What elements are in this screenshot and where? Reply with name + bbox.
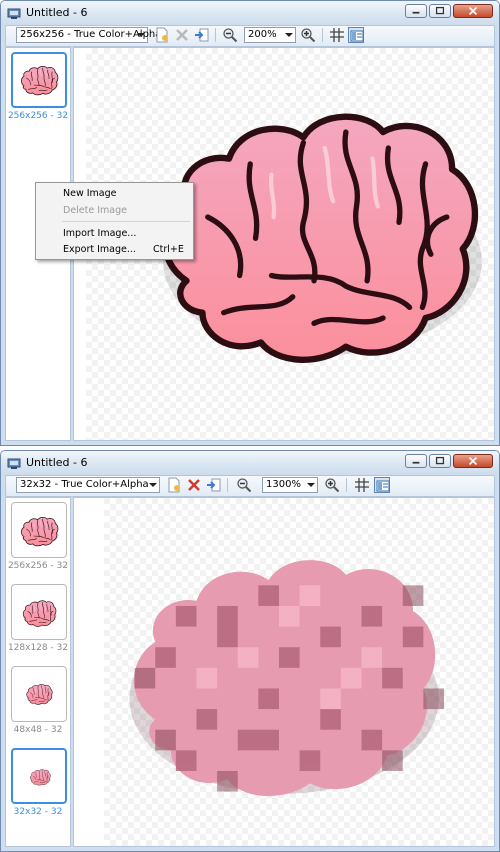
toggle-preview-button[interactable] xyxy=(348,27,364,43)
delete-icon xyxy=(188,479,200,491)
brain-thumbnail xyxy=(29,768,51,786)
zoom-select[interactable]: 1300% xyxy=(262,477,318,493)
delete-image-button[interactable] xyxy=(186,477,202,493)
import-icon xyxy=(195,28,209,42)
chevron-down-icon xyxy=(285,33,293,37)
window-title: Untitled - 6 xyxy=(26,456,88,469)
zoom-select[interactable]: 200% xyxy=(244,27,296,43)
import-image-button[interactable] xyxy=(206,477,222,493)
brain-thumbnail xyxy=(21,599,57,627)
brain-thumbnail xyxy=(19,515,59,547)
menu-export-image[interactable]: Export Image... xyxy=(63,244,136,255)
menu-delete-image[interactable]: Delete Image xyxy=(63,205,127,216)
minimize-icon xyxy=(412,11,420,14)
image-format-select[interactable]: 256x256 - True Color+Alpha xyxy=(16,27,161,43)
thumbnail-label: 48x48 - 32 xyxy=(13,725,63,735)
zoom-out-icon xyxy=(237,478,252,493)
toggle-preview-button[interactable] xyxy=(374,477,390,493)
minimize-button[interactable] xyxy=(405,454,427,468)
zoom-value: 200% xyxy=(248,29,277,40)
thumbnail-256[interactable] xyxy=(11,502,67,558)
delete-image-button[interactable] xyxy=(174,27,190,43)
close-icon xyxy=(468,6,478,16)
grid-icon xyxy=(355,478,369,492)
image-list-panel: 256x256 - 32 128x128 - 32 48x48 - 32 32x… xyxy=(5,497,71,847)
close-button[interactable] xyxy=(453,454,493,468)
import-image-button[interactable] xyxy=(194,27,210,43)
maximize-icon xyxy=(435,6,445,15)
image-format-select[interactable]: 32x32 - True Color+Alpha xyxy=(16,477,160,493)
thumbnail-label: 32x32 - 32 xyxy=(13,807,63,817)
preview-icon xyxy=(376,480,390,492)
toolbar: 256x256 - True Color+Alpha 200% xyxy=(5,25,495,47)
image-canvas[interactable] xyxy=(73,497,495,847)
chevron-down-icon xyxy=(137,33,145,37)
preview-icon xyxy=(350,30,364,42)
chevron-down-icon xyxy=(149,483,157,487)
delete-icon xyxy=(176,29,188,41)
new-image-icon xyxy=(156,27,168,43)
context-menu: New Image Delete Image Import Image... E… xyxy=(35,182,194,260)
thumbnail-label: 256x256 - 32 xyxy=(7,111,69,121)
chevron-down-icon xyxy=(307,483,315,487)
toggle-grid-button[interactable] xyxy=(354,477,370,493)
new-image-button[interactable] xyxy=(154,27,170,43)
toggle-grid-button[interactable] xyxy=(329,27,345,43)
app-icon xyxy=(7,458,21,469)
menu-export-shortcut: Ctrl+E xyxy=(153,244,184,255)
editor-window: Untitled - 6 256x256 - True Color+Alpha … xyxy=(0,0,500,446)
thumbnail-label: 128x128 - 32 xyxy=(7,643,69,653)
grid-icon xyxy=(330,28,344,42)
window-title: Untitled - 6 xyxy=(26,6,88,19)
new-image-icon xyxy=(168,477,180,493)
minimize-icon xyxy=(412,461,420,464)
brain-thumbnail xyxy=(19,64,59,96)
import-icon xyxy=(207,478,221,492)
brain-image xyxy=(144,98,484,368)
title-bar[interactable]: Untitled - 6 xyxy=(1,451,499,475)
toolbar: 32x32 - True Color+Alpha 1300% xyxy=(5,475,495,497)
close-icon xyxy=(468,456,478,466)
new-image-button[interactable] xyxy=(166,477,182,493)
pixelated-brain-image xyxy=(114,538,444,808)
maximize-icon xyxy=(435,456,445,465)
zoom-out-button[interactable] xyxy=(236,477,252,493)
title-bar[interactable]: Untitled - 6 xyxy=(1,1,499,25)
zoom-out-button[interactable] xyxy=(222,27,238,43)
thumbnail-48[interactable] xyxy=(11,666,67,722)
thumbnail-256[interactable] xyxy=(11,52,67,108)
zoom-in-icon xyxy=(325,478,340,493)
maximize-button[interactable] xyxy=(429,4,451,18)
menu-new-image[interactable]: New Image xyxy=(63,188,117,199)
zoom-in-button[interactable] xyxy=(300,27,316,43)
thumbnail-128[interactable] xyxy=(11,584,67,640)
zoom-in-button[interactable] xyxy=(324,477,340,493)
image-format-value: 32x32 - True Color+Alpha xyxy=(20,479,149,490)
menu-import-image[interactable]: Import Image... xyxy=(63,228,136,239)
editor-window: Untitled - 6 32x32 - True Color+Alpha 13… xyxy=(0,450,500,852)
minimize-button[interactable] xyxy=(405,4,427,18)
zoom-value: 1300% xyxy=(266,479,301,490)
brain-thumbnail xyxy=(25,683,53,705)
zoom-out-icon xyxy=(223,28,238,43)
zoom-in-icon xyxy=(301,28,316,43)
app-icon xyxy=(7,8,21,19)
maximize-button[interactable] xyxy=(429,454,451,468)
thumbnail-32[interactable] xyxy=(11,748,67,804)
close-button[interactable] xyxy=(453,4,493,18)
thumbnail-label: 256x256 - 32 xyxy=(7,561,69,571)
